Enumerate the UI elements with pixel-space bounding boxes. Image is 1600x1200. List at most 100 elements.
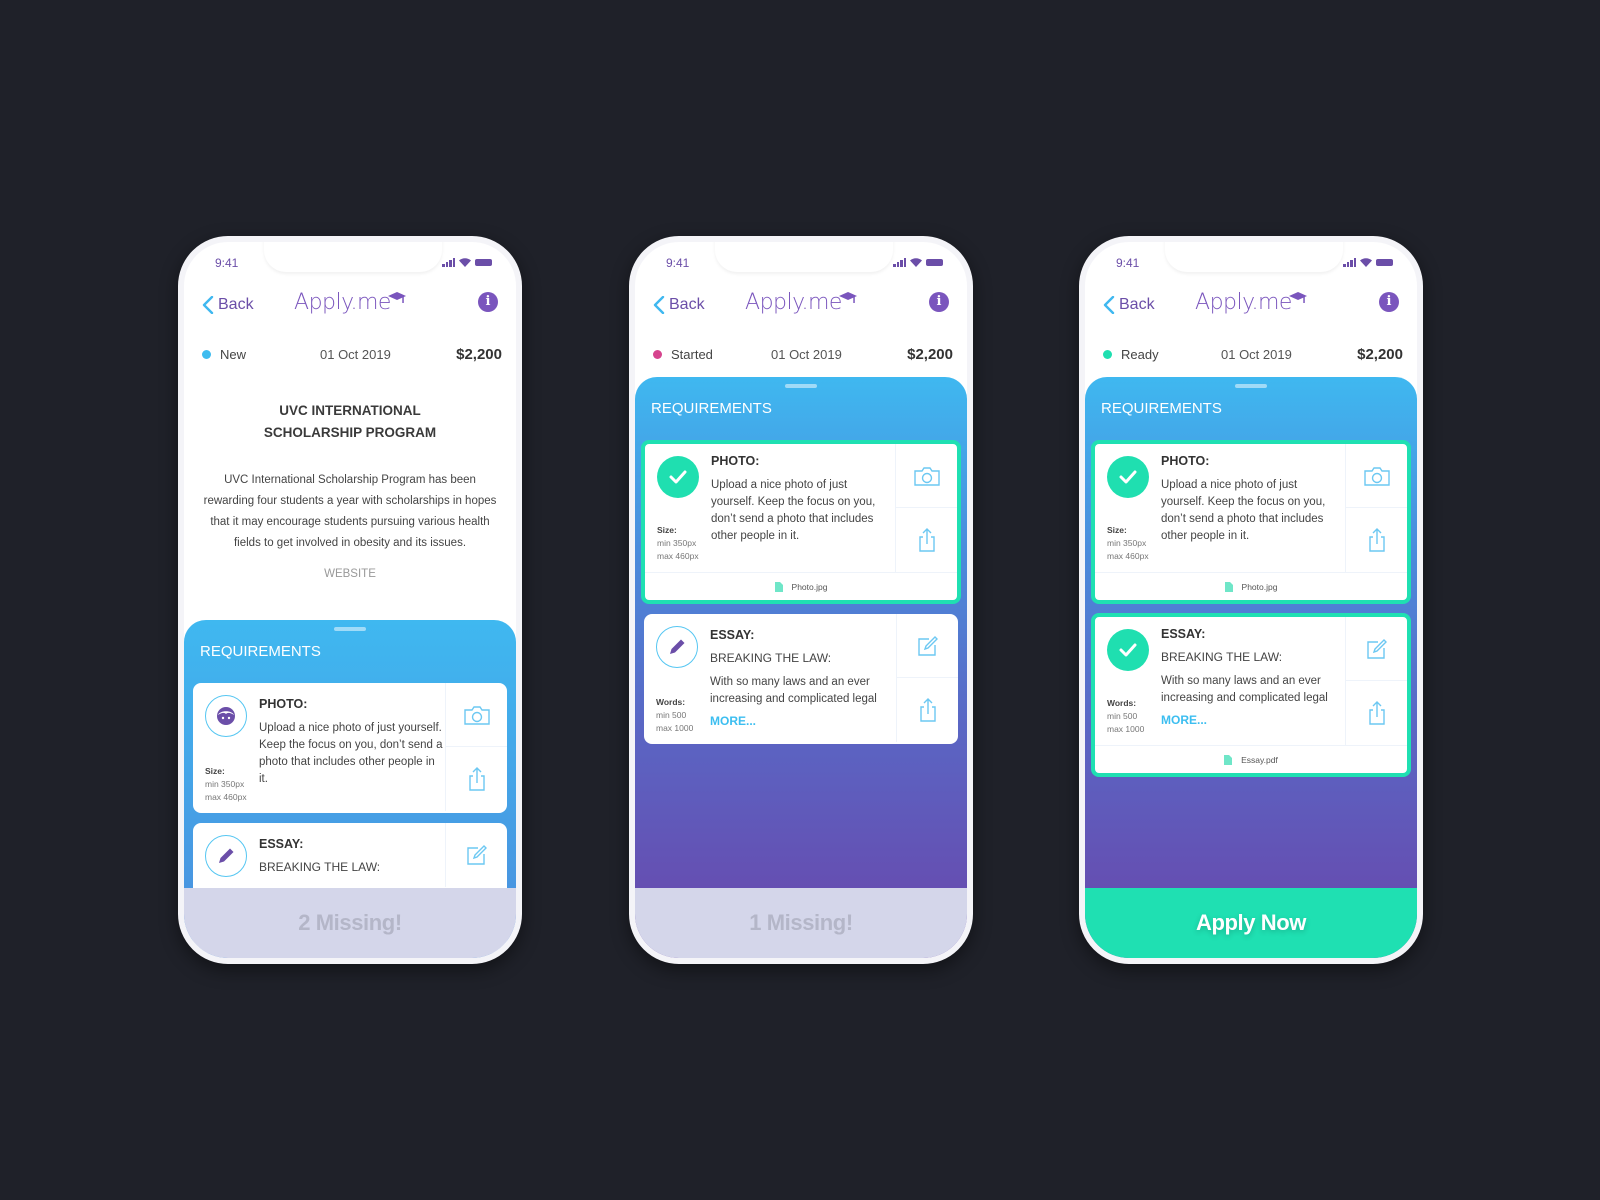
scholarship-amount: $2,200 [907, 345, 953, 363]
nav-bar: Back Apply.me i [184, 290, 516, 320]
website-link[interactable]: WEBSITE [184, 568, 516, 580]
sheet-grabber[interactable] [1235, 384, 1267, 388]
share-upload-icon [1368, 528, 1385, 552]
spec-label: Size: [657, 525, 677, 535]
card-title: ESSAY: [710, 628, 755, 642]
photo-requirement-card: Size: min 350px max 460px PHOTO: Upload … [193, 683, 507, 813]
upload-button[interactable] [446, 747, 507, 811]
logo-text: Apply.me [1195, 290, 1292, 315]
upload-button[interactable] [1346, 508, 1407, 572]
info-button[interactable]: i [929, 292, 949, 312]
status-time: 9:41 [666, 256, 690, 270]
file-name: Photo.jpg [791, 581, 828, 592]
spec-max: max 1000 [656, 723, 694, 733]
face-icon-badge [205, 695, 247, 737]
card-text: Upload a nice photo of just yourself. Ke… [259, 722, 443, 785]
spec-label: Words: [656, 697, 686, 707]
chevron-left-icon [202, 296, 214, 314]
edit-button[interactable] [897, 614, 958, 678]
wifi-icon [910, 258, 922, 267]
edit-icon [1366, 638, 1387, 659]
scholarship-amount: $2,200 [1357, 345, 1403, 363]
back-label: Back [1119, 296, 1155, 313]
more-link[interactable]: MORE... [710, 714, 894, 728]
upload-button[interactable] [1346, 681, 1407, 745]
card-text: With so many laws and an ever increasing… [1161, 675, 1328, 704]
status-label: New [220, 346, 247, 362]
uploaded-file[interactable]: Photo.jpg [645, 572, 957, 600]
sheet-grabber[interactable] [785, 384, 817, 388]
file-icon [774, 581, 783, 592]
photo-size-spec: Size: min 350px max 460px [657, 524, 699, 563]
battery-icon [926, 259, 943, 266]
app-logo: Apply.me [745, 290, 857, 315]
pencil-icon-badge [656, 626, 698, 668]
pencil-icon [219, 848, 234, 863]
card-subtitle: BREAKING THE LAW: [710, 651, 832, 665]
uploaded-file[interactable]: Essay.pdf [1095, 745, 1407, 773]
essay-requirement-card: Words: min 500 max 1000 ESSAY: BREAKING … [644, 614, 958, 744]
edit-button[interactable] [446, 823, 507, 887]
pencil-icon [670, 639, 685, 654]
photo-requirement-card: Size: min 350px max 460px PHOTO: Upload … [641, 440, 961, 604]
card-title: PHOTO: [259, 697, 308, 711]
status-dot [653, 349, 662, 359]
back-button[interactable]: Back [653, 296, 705, 314]
sheet-grabber[interactable] [334, 627, 366, 631]
uploaded-file[interactable]: Photo.jpg [1095, 572, 1407, 600]
spec-max: max 1000 [1107, 724, 1145, 734]
info-button[interactable]: i [1379, 292, 1399, 312]
more-link[interactable]: MORE... [1161, 713, 1343, 727]
application-meta: New 01 Oct 2019 $2,200 [202, 344, 502, 364]
file-name: Essay.pdf [1241, 754, 1278, 765]
nav-bar: Back Apply.me i [635, 290, 967, 320]
requirements-sheet: REQUIREMENTS Size: min 350px max 460px P… [184, 620, 516, 958]
status-time: 9:41 [1116, 256, 1140, 270]
check-icon [669, 470, 687, 484]
mockup-stage: 9:41 Back Apply.me i New 01 Oct 2019 $2,… [0, 0, 1600, 1200]
edit-button[interactable] [1346, 617, 1407, 681]
signal-icon [893, 258, 906, 267]
status-dot [202, 349, 211, 359]
missing-count-footer: 2 Missing! [184, 888, 516, 958]
back-button[interactable]: Back [202, 296, 254, 314]
status-bar: 9:41 [184, 252, 516, 272]
camera-button[interactable] [1346, 444, 1407, 508]
status-time: 9:41 [215, 256, 239, 270]
phone-screen-started: 9:41 Back Apply.me i Started 01 Oct 2019… [629, 236, 973, 964]
camera-button[interactable] [446, 683, 507, 747]
card-subtitle: BREAKING THE LAW: [259, 860, 381, 874]
requirements-title: REQUIREMENTS [200, 643, 321, 660]
check-icon-badge [1107, 629, 1149, 671]
check-icon-badge [657, 456, 699, 498]
spec-label: Size: [205, 766, 225, 776]
upload-button[interactable] [897, 678, 958, 742]
card-title: ESSAY: [259, 837, 304, 851]
back-button[interactable]: Back [1103, 296, 1155, 314]
check-icon [1119, 470, 1137, 484]
card-title: PHOTO: [1161, 454, 1210, 468]
status-label: Started [671, 346, 713, 362]
camera-button[interactable] [896, 444, 957, 508]
application-meta: Started 01 Oct 2019 $2,200 [653, 344, 953, 364]
upload-button[interactable] [896, 508, 957, 572]
signal-icon [1343, 258, 1356, 267]
wifi-icon [459, 258, 471, 267]
card-subtitle: BREAKING THE LAW: [1161, 650, 1283, 664]
share-upload-icon [1368, 701, 1385, 725]
program-description: UVC International Scholarship Program ha… [203, 474, 497, 549]
signal-icon [442, 258, 455, 267]
card-title: PHOTO: [711, 454, 760, 468]
wifi-icon [1360, 258, 1372, 267]
info-button[interactable]: i [478, 292, 498, 312]
apply-now-button[interactable]: Apply Now [1085, 888, 1417, 958]
camera-icon [463, 705, 490, 725]
chevron-left-icon [1103, 296, 1115, 314]
spec-min: min 350px [1107, 538, 1147, 548]
edit-icon [917, 635, 938, 656]
status-bar: 9:41 [1085, 252, 1417, 272]
file-name: Photo.jpg [1241, 581, 1278, 592]
check-icon-badge [1107, 456, 1149, 498]
spec-min: min 350px [657, 538, 697, 548]
spec-min: min 350px [205, 779, 245, 789]
